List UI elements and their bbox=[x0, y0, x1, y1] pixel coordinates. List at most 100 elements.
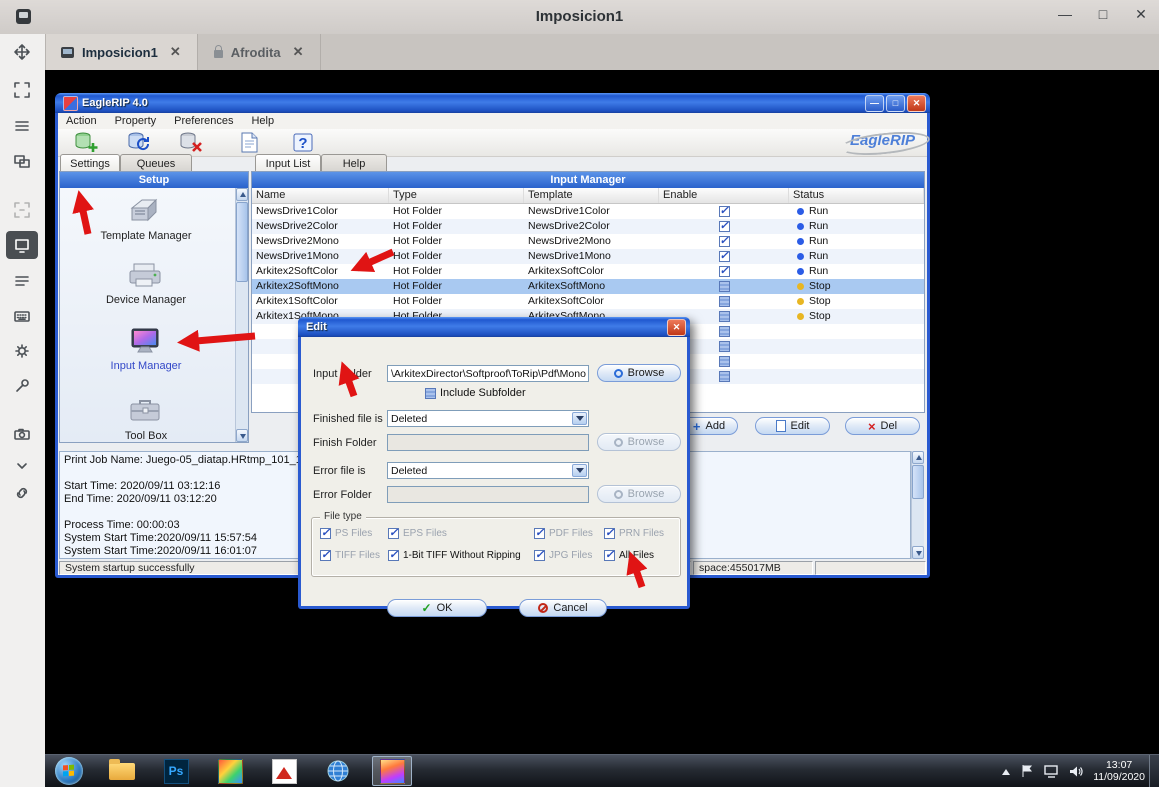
enable-checkbox[interactable] bbox=[719, 206, 730, 217]
eaglerip-minimize-button[interactable]: — bbox=[865, 95, 884, 112]
keyboard-icon[interactable] bbox=[6, 302, 38, 330]
taskbar-acrobat-icon[interactable] bbox=[264, 756, 304, 786]
menu-lines-icon[interactable] bbox=[6, 112, 38, 140]
flag-icon[interactable] bbox=[1020, 764, 1034, 778]
tab-input-list[interactable]: Input List bbox=[255, 154, 321, 172]
fit-window-icon[interactable] bbox=[6, 76, 38, 104]
setup-scrollbar[interactable] bbox=[235, 188, 248, 442]
edit-button[interactable]: Edit bbox=[755, 417, 830, 435]
combo-arrow-icon[interactable] bbox=[572, 464, 587, 477]
col-status[interactable]: Status bbox=[789, 188, 924, 203]
tab-settings[interactable]: Settings bbox=[60, 154, 120, 172]
start-button[interactable] bbox=[55, 757, 83, 785]
file-type-checkbox[interactable] bbox=[604, 550, 615, 561]
tab-help[interactable]: Help bbox=[321, 154, 387, 172]
dialog-close-button[interactable]: ✕ bbox=[667, 319, 686, 336]
tab-close-icon[interactable]: ✕ bbox=[293, 44, 304, 60]
windows-icon[interactable] bbox=[6, 147, 38, 175]
minimize-button[interactable]: — bbox=[1057, 6, 1073, 23]
help-icon[interactable]: ? bbox=[290, 131, 316, 154]
pan-icon[interactable] bbox=[6, 38, 38, 66]
taskbar-browser-icon[interactable] bbox=[318, 756, 358, 786]
volume-icon[interactable] bbox=[1069, 765, 1083, 778]
scroll-up-button[interactable] bbox=[236, 188, 248, 201]
tray-expand-icon[interactable] bbox=[1002, 765, 1010, 775]
keyboard-grab-icon[interactable] bbox=[6, 231, 38, 259]
file-type-checkbox[interactable] bbox=[388, 528, 399, 539]
tab-queues[interactable]: Queues bbox=[120, 154, 192, 172]
scroll-down-button[interactable] bbox=[912, 546, 924, 559]
file-type-checkbox[interactable] bbox=[320, 528, 331, 539]
tab-afrodita[interactable]: Afrodita ✕ bbox=[198, 34, 321, 70]
error-file-combo[interactable]: Deleted bbox=[387, 462, 589, 479]
enable-input-icon[interactable] bbox=[126, 131, 152, 154]
taskbar-explorer-icon[interactable] bbox=[102, 756, 142, 786]
scroll-thumb[interactable] bbox=[912, 465, 924, 499]
del-button[interactable]: Del bbox=[845, 417, 920, 435]
file-type-option[interactable]: PDF Files bbox=[534, 528, 593, 539]
template-icon[interactable] bbox=[236, 131, 262, 154]
input-folder-field[interactable]: \ArkitexDirector\Softproof\ToRip\Pdf\Mon… bbox=[387, 365, 589, 382]
file-type-checkbox[interactable] bbox=[534, 528, 545, 539]
delete-input-icon[interactable] bbox=[178, 131, 204, 154]
enable-checkbox[interactable] bbox=[719, 281, 730, 292]
table-row[interactable]: Arkitex1SoftColorHot FolderArkitexSoftCo… bbox=[252, 294, 924, 309]
enable-checkbox[interactable] bbox=[719, 341, 730, 352]
table-row[interactable]: Arkitex2SoftColorHot FolderArkitexSoftCo… bbox=[252, 264, 924, 279]
taskbar-imaging-app-icon[interactable] bbox=[210, 756, 250, 786]
taskbar-active-app-icon[interactable] bbox=[372, 756, 412, 786]
enable-checkbox[interactable] bbox=[719, 296, 730, 307]
table-row[interactable]: NewsDrive2ColorHot FolderNewsDrive2Color… bbox=[252, 219, 924, 234]
col-template[interactable]: Template bbox=[524, 188, 659, 203]
file-type-checkbox[interactable] bbox=[388, 550, 399, 561]
file-type-option[interactable]: TIFF Files bbox=[320, 550, 380, 561]
list-icon[interactable] bbox=[6, 267, 38, 295]
enable-checkbox[interactable] bbox=[719, 371, 730, 382]
scroll-thumb[interactable] bbox=[236, 202, 248, 282]
collapse-chevron-icon[interactable] bbox=[6, 452, 38, 480]
combo-arrow-icon[interactable] bbox=[572, 412, 587, 425]
enable-checkbox[interactable] bbox=[719, 266, 730, 277]
finished-file-combo[interactable]: Deleted bbox=[387, 410, 589, 427]
file-type-checkbox[interactable] bbox=[320, 550, 331, 561]
file-type-option[interactable]: All Files bbox=[604, 550, 654, 561]
clock[interactable]: 13:07 11/09/2020 bbox=[1093, 759, 1145, 783]
scroll-up-button[interactable] bbox=[912, 451, 924, 464]
file-type-checkbox[interactable] bbox=[604, 528, 615, 539]
settings-gear-icon[interactable] bbox=[6, 337, 38, 365]
tools-wrench-icon[interactable] bbox=[6, 372, 38, 400]
region-icon[interactable] bbox=[6, 196, 38, 224]
file-type-option[interactable]: JPG Files bbox=[534, 550, 592, 561]
enable-checkbox[interactable] bbox=[719, 221, 730, 232]
scroll-down-button[interactable] bbox=[236, 429, 248, 442]
file-type-option[interactable]: EPS Files bbox=[388, 528, 447, 539]
taskbar-photoshop-icon[interactable]: Ps bbox=[156, 756, 196, 786]
file-type-option[interactable]: PRN Files bbox=[604, 528, 664, 539]
enable-checkbox[interactable] bbox=[719, 326, 730, 337]
file-type-option[interactable]: PS Files bbox=[320, 528, 372, 539]
eaglerip-titlebar[interactable]: EagleRIP 4.0 — □ ✕ bbox=[55, 93, 930, 113]
camera-icon[interactable] bbox=[6, 420, 38, 448]
ok-button[interactable]: OK bbox=[387, 599, 487, 617]
log-scrollbar[interactable] bbox=[911, 451, 924, 559]
sidebar-item-tool-box[interactable]: Tool Box bbox=[60, 394, 232, 442]
table-row[interactable]: NewsDrive2MonoHot FolderNewsDrive2MonoRu… bbox=[252, 234, 924, 249]
enable-checkbox[interactable] bbox=[719, 356, 730, 367]
enable-checkbox[interactable] bbox=[719, 236, 730, 247]
file-type-checkbox[interactable] bbox=[534, 550, 545, 561]
include-subfolder-checkbox[interactable] bbox=[425, 388, 436, 399]
menu-preferences[interactable]: Preferences bbox=[174, 115, 233, 127]
restore-button[interactable]: □ bbox=[1095, 6, 1111, 23]
enable-checkbox[interactable] bbox=[719, 251, 730, 262]
table-row[interactable]: Arkitex2SoftMonoHot FolderArkitexSoftMon… bbox=[252, 279, 924, 294]
tab-close-icon[interactable]: ✕ bbox=[170, 44, 181, 60]
close-button[interactable]: ✕ bbox=[1133, 6, 1149, 23]
eaglerip-maximize-button[interactable]: □ bbox=[886, 95, 905, 112]
add-input-icon[interactable] bbox=[73, 131, 99, 154]
dialog-titlebar[interactable]: Edit ✕ bbox=[298, 317, 690, 337]
menu-property[interactable]: Property bbox=[115, 115, 157, 127]
network-display-icon[interactable] bbox=[1044, 765, 1059, 778]
cancel-button[interactable]: Cancel bbox=[519, 599, 607, 617]
browse-input-folder-button[interactable]: Browse bbox=[597, 364, 681, 382]
col-name[interactable]: Name bbox=[252, 188, 389, 203]
